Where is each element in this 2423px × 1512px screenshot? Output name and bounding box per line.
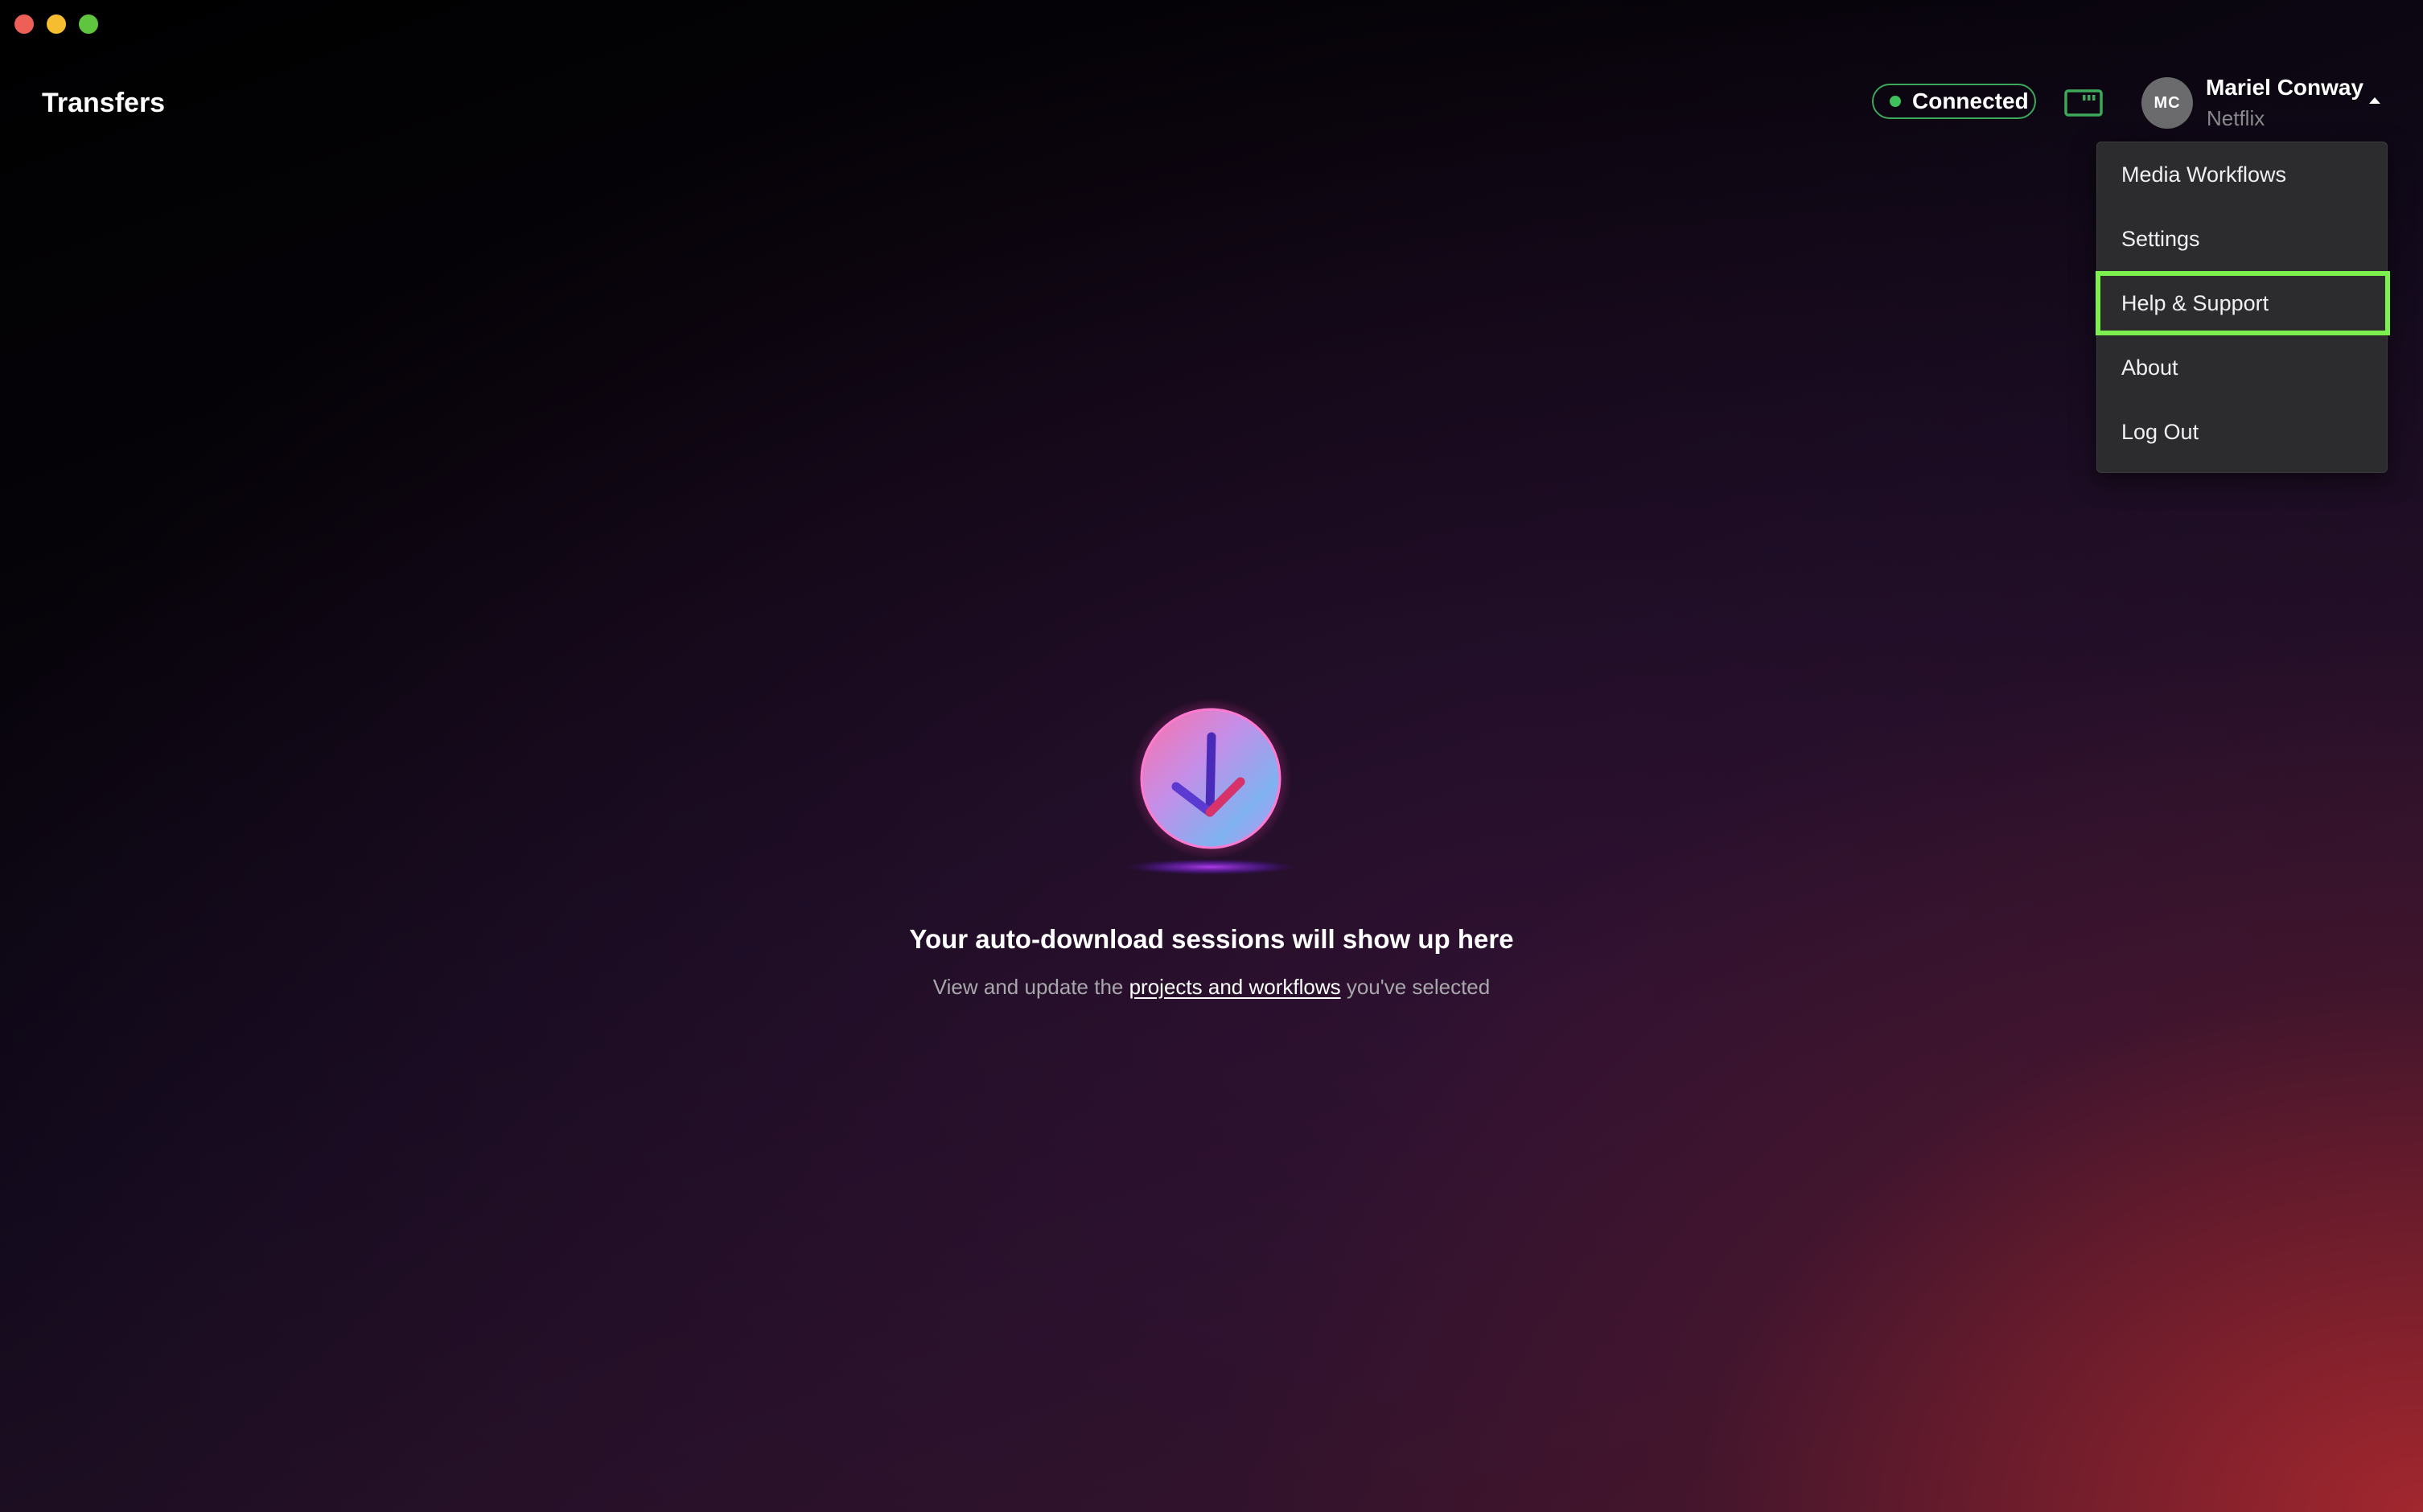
user-menu-dropdown: Media Workflows Settings Help & Support …: [2096, 142, 2390, 473]
menu-item-settings[interactable]: Settings: [2097, 207, 2387, 271]
card-icon[interactable]: [2063, 88, 2104, 117]
menu-item-label: Media Workflows: [2121, 162, 2287, 187]
caret-up-icon[interactable]: [2367, 95, 2383, 106]
connection-status-label: Connected: [1912, 88, 2029, 113]
menu-item-label: Help & Support: [2121, 290, 2269, 315]
menu-item-log-out[interactable]: Log Out: [2097, 400, 2387, 464]
status-dot-icon: [1890, 96, 1901, 107]
download-arrow-icon: [1124, 698, 1298, 875]
connection-status-badge: Connected: [1872, 84, 2036, 119]
minimize-window-button[interactable]: [47, 14, 66, 34]
menu-item-label: Log Out: [2121, 419, 2199, 444]
maximize-window-button[interactable]: [79, 14, 98, 34]
subtitle-text-before: View and update the: [932, 975, 1129, 999]
subtitle-text-after: you've selected: [1340, 975, 1491, 999]
menu-item-label: Settings: [2121, 226, 2200, 251]
menu-item-about[interactable]: About: [2097, 335, 2387, 400]
empty-state-subtitle: View and update the projects and workflo…: [0, 973, 2423, 1000]
user-avatar[interactable]: MC: [2141, 77, 2193, 129]
user-organization: Netflix: [2207, 106, 2265, 130]
user-name[interactable]: Mariel Conway: [2206, 74, 2363, 101]
close-window-button[interactable]: [14, 14, 34, 34]
menu-item-help-support[interactable]: Help & Support: [2096, 271, 2390, 335]
window-controls: [14, 14, 98, 34]
menu-item-media-workflows[interactable]: Media Workflows: [2097, 142, 2387, 207]
projects-and-workflows-link[interactable]: projects and workflows: [1129, 975, 1341, 999]
empty-state-title: Your auto-download sessions will show up…: [909, 924, 1514, 954]
page-title: Transfers: [42, 88, 166, 118]
menu-item-label: About: [2121, 355, 2178, 380]
